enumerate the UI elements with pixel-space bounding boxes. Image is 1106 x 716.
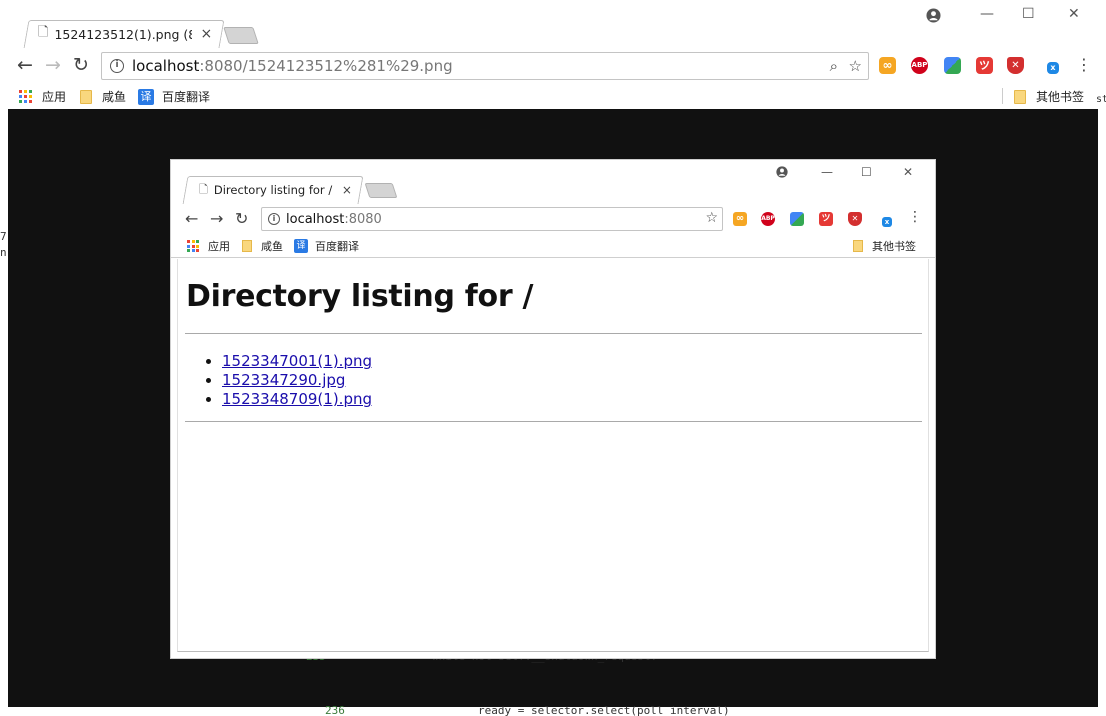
bookmark-apps: 应用 [187, 238, 230, 254]
inner-toolbar: ← → ↻ i localhost:8080 ☆ ∞ ABP ツ ✕ x ⋮ [171, 204, 935, 234]
google-extension-icon[interactable] [944, 57, 961, 74]
bookmark-label: 其他书签 [872, 240, 916, 253]
page-heading: Directory listing for / [186, 279, 534, 314]
back-arrow-icon[interactable]: ← [17, 54, 33, 76]
forward-arrow-icon: → [210, 209, 224, 228]
info-icon[interactable]: i [110, 59, 124, 73]
close-icon[interactable]: × [200, 26, 212, 42]
zoom-icon[interactable]: ⌕ [830, 57, 838, 75]
adblock-plus-icon: ABP [761, 212, 775, 226]
maximize-icon[interactable]: ☐ [1022, 6, 1035, 22]
bookmark-baidu-translate[interactable]: 译 百度翻译 [138, 88, 210, 105]
page-icon: 🗋 [38, 25, 49, 40]
translate-icon: 译 [294, 239, 308, 253]
url-path: :8080/1524123512%281%29.png [199, 57, 453, 75]
background-side-text: ste [1096, 94, 1106, 105]
bookmark-label: 百度翻译 [162, 90, 211, 104]
bookmark-label: 咸鱼 [102, 90, 127, 104]
bookmark-xianyu[interactable]: 咸鱼 [80, 88, 126, 105]
google-extension-icon [790, 212, 804, 226]
folder-icon [853, 240, 863, 252]
red-extension-icon[interactable]: ツ [976, 57, 993, 74]
outer-bookmarks-bar: 应用 咸鱼 译 百度翻译 其他书签 [8, 84, 1098, 109]
url-host: localhost [286, 211, 345, 227]
outer-address-bar[interactable]: i localhost:8080/1524123512%281%29.png ⌕… [101, 52, 869, 80]
inner-active-tab: 🗋 Directory listing for / × [193, 176, 363, 204]
back-arrow-icon: ← [185, 209, 199, 228]
folder-icon [80, 89, 92, 104]
apps-grid-icon [19, 90, 32, 103]
red-extension-icon: ツ [819, 212, 833, 226]
bookmark-label: 咸鱼 [261, 240, 283, 253]
inner-tab-title: Directory listing for / [213, 183, 333, 197]
list-item: 1523348709(1).png [222, 390, 372, 409]
shield-extension-icon[interactable]: ✕ [1007, 57, 1024, 74]
url-port: :8080 [344, 211, 382, 227]
window-close-icon: ✕ [903, 165, 914, 179]
folder-icon [242, 240, 252, 252]
bookmark-xianyu: 咸鱼 [242, 238, 283, 254]
bookmark-apps[interactable]: 应用 [19, 88, 66, 105]
outer-browser-window: 🗋 1524123512(1).png (85 × — ☐ ✕ ← → ↻ i … [0, 0, 1106, 716]
bookmark-other[interactable]: 其他书签 [1014, 88, 1084, 105]
info-icon: i [268, 213, 280, 225]
outer-tab-title: 1524123512(1).png (85 [54, 26, 193, 42]
forward-arrow-icon[interactable]: → [45, 54, 61, 76]
maximize-icon: ☐ [861, 165, 872, 179]
profile-icon [776, 166, 788, 178]
file-list: 1523347001(1).png1523347290.jpg152334870… [204, 352, 372, 409]
infinity-extension-icon: ∞ [733, 212, 747, 226]
minimize-icon: — [821, 165, 833, 179]
shield-extension-icon: ✕ [848, 212, 862, 226]
new-tab-button [364, 183, 398, 198]
bookmark-label: 应用 [42, 90, 67, 104]
url-host: localhost [132, 57, 200, 75]
bottom-divider [185, 421, 922, 422]
profile-icon[interactable] [926, 8, 941, 23]
background-code-line: ready = selector.select(poll_interval) [478, 704, 730, 716]
bookmark-label: 应用 [208, 240, 230, 253]
outer-active-tab[interactable]: 🗋 1524123512(1).png (85 × [30, 20, 220, 48]
adblock-plus-icon[interactable]: ABP [911, 57, 928, 74]
background-side-text: 7 [0, 230, 7, 243]
page-icon: 🗋 [199, 182, 208, 196]
bookmark-other: 其他书签 [853, 238, 916, 254]
infinity-extension-icon[interactable]: ∞ [879, 57, 896, 74]
reload-icon[interactable]: ↻ [73, 54, 89, 76]
inner-bookmarks-bar: 应用 咸鱼 译 百度翻译 其他书签 [171, 234, 935, 258]
window-close-icon[interactable]: ✕ [1068, 6, 1080, 22]
bookmark-baidu-translate: 译 百度翻译 [294, 238, 359, 254]
background-line-number: 236 [325, 704, 345, 716]
menu-icon[interactable]: ⋮ [1076, 54, 1092, 76]
menu-icon: ⋮ [908, 209, 922, 225]
star-icon: ☆ [705, 210, 718, 226]
file-link[interactable]: 1523348709(1).png [222, 390, 372, 408]
file-link[interactable]: 1523347290.jpg [222, 371, 345, 389]
inner-address-bar: i localhost:8080 ☆ [261, 207, 723, 231]
bookmark-divider [1002, 88, 1003, 104]
apps-grid-icon [187, 240, 199, 252]
close-icon: × [341, 183, 352, 197]
translate-extension-icon[interactable]: x [1047, 62, 1059, 74]
background-side-text: n [0, 246, 7, 259]
list-item: 1523347001(1).png [222, 352, 372, 371]
reload-icon: ↻ [235, 209, 249, 228]
top-divider [185, 333, 922, 334]
outer-toolbar: ← → ↻ i localhost:8080/1524123512%281%29… [8, 48, 1098, 84]
list-item: 1523347290.jpg [222, 371, 372, 390]
star-icon[interactable]: ☆ [849, 57, 862, 75]
bookmark-label: 其他书签 [1036, 90, 1085, 104]
inner-browser-screenshot: 🗋 Directory listing for / × — ☐ ✕ ← → ↻ … [170, 159, 936, 659]
inner-tab-strip: 🗋 Directory listing for / × — ☐ ✕ [171, 160, 935, 204]
bookmark-label: 百度翻译 [315, 240, 359, 253]
translate-icon: 译 [138, 88, 154, 105]
translate-extension-icon: x [882, 217, 892, 227]
new-tab-button[interactable] [223, 27, 259, 44]
minimize-icon[interactable]: — [980, 6, 994, 22]
file-link[interactable]: 1523347001(1).png [222, 352, 372, 370]
outer-tab-strip: 🗋 1524123512(1).png (85 × — ☐ ✕ [8, 0, 1098, 48]
directory-listing-page: Directory listing for / 1523347001(1).pn… [177, 259, 929, 652]
folder-icon [1014, 89, 1026, 104]
